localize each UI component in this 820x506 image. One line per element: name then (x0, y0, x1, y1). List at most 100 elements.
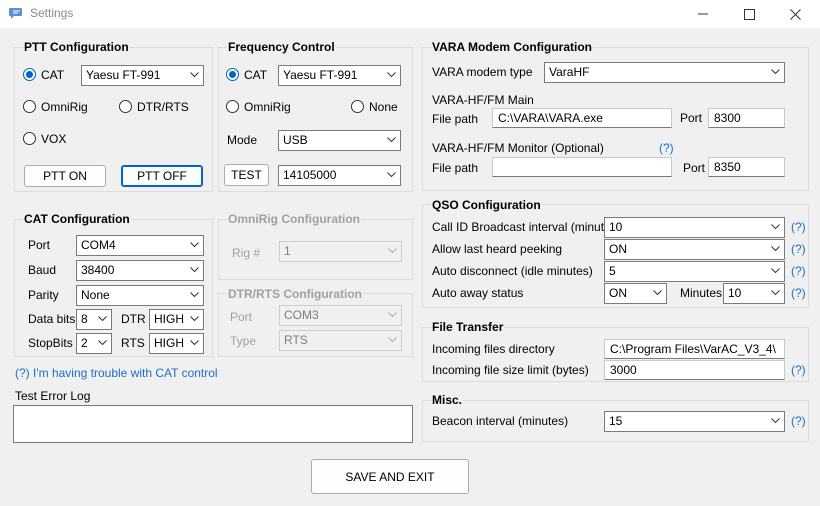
ptt-config-title: PTT Configuration (23, 40, 130, 54)
callid-select[interactable]: 10 (604, 217, 785, 238)
baud-value: 38400 (81, 263, 115, 277)
chevron-down-icon (190, 267, 199, 273)
freq-control-title: Frequency Control (227, 40, 336, 54)
chevron-down-icon (388, 248, 397, 254)
lastheard-select[interactable]: ON (604, 239, 785, 260)
autodisc-label: Auto disconnect (idle minutes) (432, 264, 593, 278)
chevron-down-icon (653, 290, 662, 296)
monitor-port-label: Port (683, 161, 706, 175)
error-log-label: Test Error Log (15, 389, 91, 403)
qso-config-title: QSO Configuration (431, 198, 542, 212)
port-select[interactable]: COM4 (76, 235, 204, 256)
freq-omnirig-radio[interactable] (226, 100, 239, 113)
port-label: Port (28, 238, 51, 252)
cat-help-link[interactable]: (?) I'm having trouble with CAT control (15, 366, 218, 380)
size-limit-input[interactable]: 3000 (604, 360, 785, 380)
rig-value: 1 (284, 244, 291, 258)
baud-select[interactable]: 38400 (76, 260, 204, 281)
databits-select[interactable]: 8 (76, 309, 112, 330)
chevron-down-icon (387, 72, 396, 78)
ptt-cat-select[interactable]: Yaesu FT-991 (81, 65, 204, 86)
ptt-vox-radio[interactable] (23, 132, 36, 145)
rts-select[interactable]: HIGH (149, 333, 204, 354)
rts-label: RTS (121, 336, 145, 350)
vara-type-select[interactable]: VaraHF (544, 62, 785, 83)
autodisc-select[interactable]: 5 (604, 261, 785, 282)
autodisc-value: 5 (609, 264, 616, 278)
away-value: ON (609, 286, 627, 300)
ptt-dtrrts-radio[interactable] (119, 100, 132, 113)
ptt-on-button[interactable]: PTT ON (24, 165, 106, 187)
size-limit-label: Incoming file size limit (bytes) (432, 363, 589, 377)
dtrrts-type-select: RTS (279, 330, 402, 351)
beacon-select[interactable]: 15 (604, 411, 785, 432)
monitor-port-input[interactable]: 8350 (708, 157, 785, 177)
chevron-down-icon (771, 246, 780, 252)
maximize-button[interactable] (726, 0, 772, 28)
parity-select[interactable]: None (76, 285, 204, 306)
vara-monitor-help-link[interactable]: (?) (659, 141, 674, 155)
save-and-exit-button[interactable]: SAVE AND EXIT (311, 459, 469, 494)
rig-select: 1 (279, 241, 402, 262)
ptt-cat-radio[interactable] (23, 68, 36, 81)
incoming-dir-input[interactable]: C:\Program Files\VarAC_V3_4\ (604, 339, 785, 359)
callid-value: 10 (609, 220, 623, 234)
stopbits-value: 2 (81, 336, 88, 350)
freq-cat-radio[interactable] (226, 68, 239, 81)
chevron-down-icon (190, 316, 199, 322)
beacon-value: 15 (609, 414, 623, 428)
main-port-input[interactable]: 8300 (708, 108, 785, 128)
minimize-button[interactable] (680, 0, 726, 28)
away-select[interactable]: ON (604, 283, 667, 304)
port-value: COM4 (81, 238, 116, 252)
freq-cat-label: CAT (244, 68, 268, 82)
chevron-down-icon (771, 69, 780, 75)
dtr-value: HIGH (154, 312, 184, 326)
chevron-down-icon (771, 418, 780, 424)
chevron-down-icon (771, 268, 780, 274)
chevron-down-icon (388, 337, 397, 343)
lastheard-help-link[interactable]: (?) (791, 242, 806, 256)
frequency-value: 14105000 (283, 168, 337, 182)
ptt-omnirig-radio[interactable] (23, 100, 36, 113)
dtrrts-type-label: Type (230, 334, 257, 348)
frequency-select[interactable]: 14105000 (278, 165, 401, 186)
rig-label: Rig # (232, 246, 261, 260)
beacon-help-link[interactable]: (?) (791, 414, 806, 428)
error-log-textarea[interactable] (13, 405, 413, 443)
chevron-down-icon (98, 316, 107, 322)
away-minutes-label: Minutes (680, 286, 723, 300)
chevron-down-icon (98, 340, 107, 346)
size-limit-help-link[interactable]: (?) (791, 363, 806, 377)
cat-config-title: CAT Configuration (23, 212, 131, 226)
file-transfer-title: File Transfer (431, 320, 505, 334)
dtr-select[interactable]: HIGH (149, 309, 204, 330)
away-minutes-select[interactable]: 10 (723, 283, 785, 304)
away-minutes-value: 10 (728, 286, 742, 300)
chevron-down-icon (190, 292, 199, 298)
monitor-path-label: File path (432, 161, 479, 175)
callid-label: Call ID Broadcast interval (minutes) (432, 220, 621, 234)
freq-none-radio[interactable] (351, 100, 364, 113)
ptt-omnirig-label: OmniRig (41, 100, 88, 114)
chevron-down-icon (190, 340, 199, 346)
stopbits-select[interactable]: 2 (76, 333, 112, 354)
autodisc-help-link[interactable]: (?) (791, 264, 806, 278)
ptt-off-button[interactable]: PTT OFF (121, 165, 203, 187)
mode-select[interactable]: USB (278, 130, 401, 151)
rts-value: HIGH (154, 336, 184, 350)
freq-cat-select[interactable]: Yaesu FT-991 (278, 65, 401, 86)
app-icon (9, 8, 22, 19)
mode-value: USB (283, 133, 308, 147)
main-path-input[interactable]: C:\VARA\VARA.exe (492, 108, 672, 128)
vara-monitor-label: VARA-HF/FM Monitor (Optional) (432, 141, 604, 155)
test-button[interactable]: TEST (224, 164, 269, 186)
callid-help-link[interactable]: (?) (791, 220, 806, 234)
monitor-path-input[interactable] (492, 157, 672, 177)
chevron-down-icon (771, 224, 780, 230)
close-button[interactable] (772, 0, 818, 28)
main-port-label: Port (680, 111, 703, 125)
incoming-dir-label: Incoming files directory (432, 342, 555, 356)
away-help-link[interactable]: (?) (791, 286, 806, 300)
beacon-label: Beacon interval (minutes) (432, 414, 569, 428)
